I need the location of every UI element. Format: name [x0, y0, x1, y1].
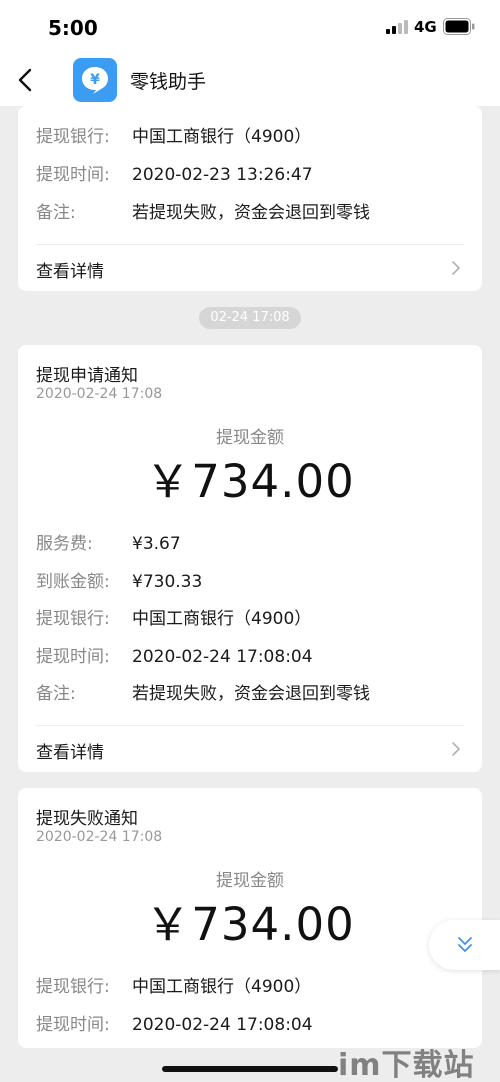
- back-arrow-icon[interactable]: [14, 66, 38, 94]
- scroll-to-bottom-button[interactable]: [429, 920, 500, 970]
- view-details-link[interactable]: 查看详情: [18, 726, 482, 772]
- row-value: 中国工商银行（4900）: [132, 127, 312, 147]
- row-label: 提现时间:: [36, 165, 110, 185]
- info-row-time: 提现时间: 2020-02-23 13:26:47: [36, 160, 313, 185]
- row-label: 备注:: [36, 684, 76, 704]
- info-row-bank: 提现银行: 中国工商银行（4900）: [36, 122, 311, 147]
- card-date: 2020-02-24 17:08: [36, 829, 163, 845]
- status-time: 5:00: [48, 16, 98, 40]
- timestamp-pill: 02-24 17:08: [199, 307, 301, 329]
- withdraw-apply-card: 提现申请通知 2020-02-24 17:08 提现金额 ￥734.00 服务费…: [18, 345, 482, 772]
- row-label: 提现时间:: [36, 1015, 110, 1035]
- home-indicator: [162, 1066, 338, 1072]
- info-row-bank: 提现银行: 中国工商银行（4900）: [36, 604, 311, 629]
- info-row-time: 提现时间: 2020-02-24 17:08:04: [36, 642, 313, 667]
- row-label: 服务费:: [36, 534, 93, 554]
- view-details-label: 查看详情: [36, 262, 104, 282]
- chevron-right-icon: [452, 261, 460, 275]
- info-row-bank: 提现银行: 中国工商银行（4900）: [36, 972, 311, 997]
- info-row-note: 备注: 若提现失败，资金会退回到零钱: [36, 679, 370, 704]
- row-label: 备注:: [36, 203, 76, 223]
- row-value: 中国工商银行（4900）: [132, 977, 312, 997]
- row-value: ¥3.67: [132, 534, 181, 554]
- chevron-right-icon: [452, 742, 460, 756]
- row-value: 2020-02-23 13:26:47: [132, 165, 313, 185]
- row-label: 提现银行:: [36, 127, 110, 147]
- view-details-label: 查看详情: [36, 743, 104, 763]
- info-row-received: 到账金额: ¥730.33: [36, 567, 202, 592]
- withdraw-card-previous: 提现银行: 中国工商银行（4900） 提现时间: 2020-02-23 13:26:…: [18, 106, 482, 291]
- network-type: 4G: [414, 18, 437, 36]
- info-row-time: 提现时间: 2020-02-24 17:08:04: [36, 1010, 313, 1035]
- view-details-link[interactable]: 查看详情: [18, 245, 482, 291]
- amount-value: ￥734.00: [145, 455, 355, 508]
- row-label: 提现银行:: [36, 977, 110, 997]
- row-value: 若提现失败，资金会退回到零钱: [132, 684, 370, 704]
- avatar-symbol: ¥: [90, 72, 100, 88]
- row-label: 提现银行:: [36, 609, 110, 629]
- row-value: 若提现失败，资金会退回到零钱: [132, 203, 370, 223]
- status-bar: 5:00 4G: [0, 0, 500, 54]
- nav-bar: ¥ 零钱助手: [0, 54, 500, 106]
- signal-icon: [386, 20, 408, 34]
- withdraw-fail-card: 提现失败通知 2020-02-24 17:08 提现金额 ￥734.00 提现银…: [18, 788, 482, 1048]
- app-avatar[interactable]: ¥: [73, 58, 117, 102]
- row-value: 2020-02-24 17:08:04: [132, 647, 313, 667]
- card-date: 2020-02-24 17:08: [36, 386, 163, 402]
- battery-icon: [443, 18, 475, 35]
- double-chevron-down-icon: [458, 937, 472, 952]
- info-row-fee: 服务费: ¥3.67: [36, 529, 181, 554]
- card-title: 提现申请通知: [36, 366, 138, 386]
- row-value: ¥730.33: [132, 572, 203, 592]
- row-label: 提现时间:: [36, 647, 110, 667]
- amount-value: ￥734.00: [145, 898, 355, 951]
- watermark-logo: im下载站: [338, 1048, 475, 1082]
- page-title: 零钱助手: [130, 71, 207, 93]
- chat-bubble-icon: ¥: [82, 67, 108, 94]
- row-value: 中国工商银行（4900）: [132, 609, 312, 629]
- info-row-note: 备注: 若提现失败，资金会退回到零钱: [36, 198, 370, 223]
- row-label: 到账金额:: [36, 572, 110, 592]
- row-value: 2020-02-24 17:08:04: [132, 1015, 313, 1035]
- card-title: 提现失败通知: [36, 809, 138, 829]
